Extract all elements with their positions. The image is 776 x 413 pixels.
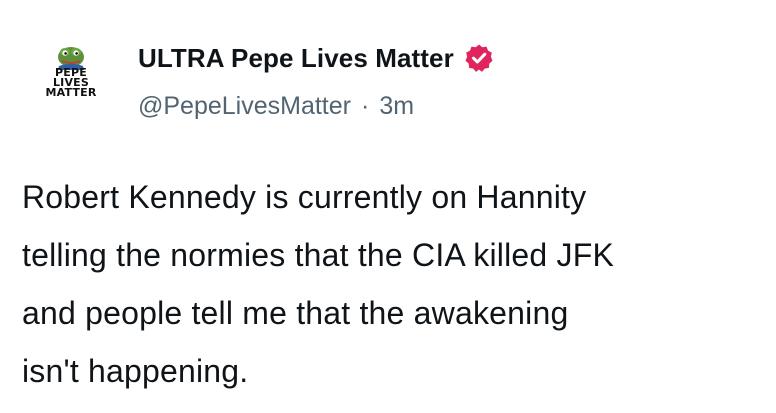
post-text-line: isn't happening.	[22, 353, 249, 389]
meta-separator: ·	[360, 91, 370, 120]
post-header: ULTRA Pepe Lives Matter @PepeLivesMatter…	[138, 38, 758, 124]
post-body: Robert Kennedy is currently on Hannity t…	[22, 168, 762, 400]
avatar[interactable]: PEPE LIVES MATTER	[40, 40, 102, 124]
post-text-line: and people tell me that the awakening	[22, 295, 569, 331]
post-text-line: telling the normies that the CIA killed …	[22, 237, 614, 273]
meta-row: @PepeLivesMatter · 3m	[138, 88, 758, 124]
avatar-logo-text: PEPE LIVES MATTER	[45, 66, 97, 99]
post-timestamp[interactable]: 3m	[379, 92, 414, 121]
author-handle[interactable]: @PepeLivesMatter	[138, 92, 351, 121]
post-text-line: Robert Kennedy is currently on Hannity	[22, 179, 587, 215]
post-card: PEPE LIVES MATTER ULTRA Pepe Lives Matte…	[0, 0, 776, 413]
name-row: ULTRA Pepe Lives Matter	[138, 38, 758, 78]
author-display-name[interactable]: ULTRA Pepe Lives Matter	[138, 43, 454, 74]
verified-badge-icon	[465, 44, 493, 72]
